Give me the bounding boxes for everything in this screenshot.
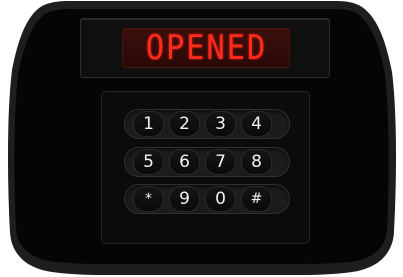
display-status-text: OPENED bbox=[145, 28, 267, 68]
key-7[interactable]: 7 bbox=[205, 149, 236, 175]
key-5[interactable]: 5 bbox=[133, 149, 164, 175]
keypad-panel: 1 2 3 4 5 6 7 8 * 9 0 # bbox=[101, 91, 310, 244]
key-3[interactable]: 3 bbox=[205, 111, 236, 137]
key-9[interactable]: 9 bbox=[169, 186, 200, 212]
key-hash[interactable]: # bbox=[241, 186, 272, 212]
key-6[interactable]: 6 bbox=[169, 149, 200, 175]
key-1[interactable]: 1 bbox=[133, 111, 164, 137]
key-2[interactable]: 2 bbox=[169, 111, 200, 137]
key-star[interactable]: * bbox=[133, 186, 164, 212]
key-row-3: * 9 0 # bbox=[124, 184, 290, 214]
key-4[interactable]: 4 bbox=[241, 111, 272, 137]
keypad-lock-device: OPENED 1 2 3 4 5 6 7 8 * 9 0 # bbox=[0, 0, 403, 277]
key-row-1: 1 2 3 4 bbox=[124, 109, 290, 139]
key-8[interactable]: 8 bbox=[241, 149, 272, 175]
led-display: OPENED bbox=[122, 28, 290, 68]
key-0[interactable]: 0 bbox=[205, 186, 236, 212]
display-bezel: OPENED bbox=[80, 18, 330, 78]
key-row-2: 5 6 7 8 bbox=[124, 147, 290, 177]
